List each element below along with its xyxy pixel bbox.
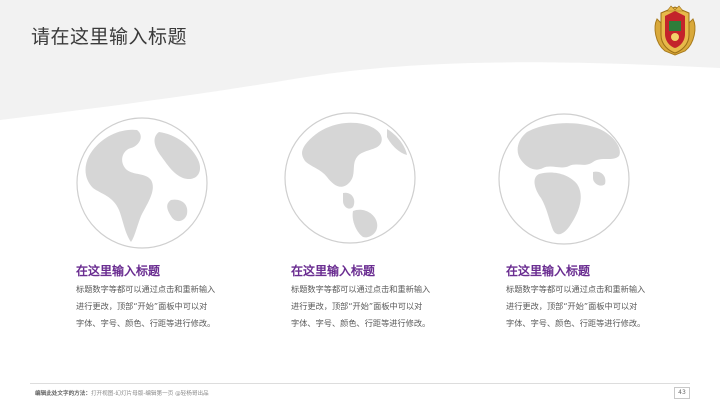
- page-title[interactable]: 请在这里输入标题: [31, 22, 187, 49]
- card-body-line: 进行更改，顶部“开始”面板中可以对: [506, 301, 638, 311]
- footer-text: 打开视图-幻灯片母版-编辑第一页 @轻杨哥出品: [90, 391, 209, 397]
- card-body-line: 进行更改，顶部“开始”面板中可以对: [291, 301, 423, 311]
- globe-americas-icon: [76, 117, 208, 249]
- card-body-2[interactable]: 标题数字等都可以通过点击和重新输入 进行更改，顶部“开始”面板中可以对 字体、字…: [291, 281, 467, 332]
- card-body-line: 标题数字等都可以通过点击和重新输入: [506, 284, 646, 294]
- card-body-line: 标题数字等都可以通过点击和重新输入: [291, 284, 431, 294]
- page-number: 43: [674, 387, 690, 399]
- card-body-line: 进行更改，顶部“开始”面板中可以对: [76, 301, 208, 311]
- card-body-1[interactable]: 标题数字等都可以通过点击和重新输入 进行更改，顶部“开始”面板中可以对 字体、字…: [76, 281, 252, 332]
- school-crest-icon: [654, 5, 696, 56]
- globe-north-america-icon: [284, 112, 416, 244]
- slide: 请在这里输入标题 在这里输入标题 标题数字等都可以通过点击和重新输入 进行更改，…: [0, 0, 720, 405]
- footer-label: 编辑此处文字的方法：: [35, 391, 91, 397]
- card-body-3[interactable]: 标题数字等都可以通过点击和重新输入 进行更改，顶部“开始”面板中可以对 字体、字…: [506, 281, 682, 332]
- card-body-line: 字体、字号、颜色、行距等进行修改。: [291, 318, 431, 328]
- card-body-line: 标题数字等都可以通过点击和重新输入: [76, 284, 216, 294]
- card-body-line: 字体、字号、颜色、行距等进行修改。: [76, 318, 216, 328]
- card-body-line: 字体、字号、颜色、行距等进行修改。: [506, 318, 646, 328]
- footer-note: 编辑此处文字的方法：打开视图-幻灯片母版-编辑第一页 @轻杨哥出品: [35, 389, 209, 397]
- globe-europe-africa-icon: [498, 113, 630, 245]
- card-title-3[interactable]: 在这里输入标题: [506, 262, 590, 279]
- card-title-1[interactable]: 在这里输入标题: [76, 262, 160, 279]
- card-title-2[interactable]: 在这里输入标题: [291, 262, 375, 279]
- footer-divider: [30, 383, 690, 384]
